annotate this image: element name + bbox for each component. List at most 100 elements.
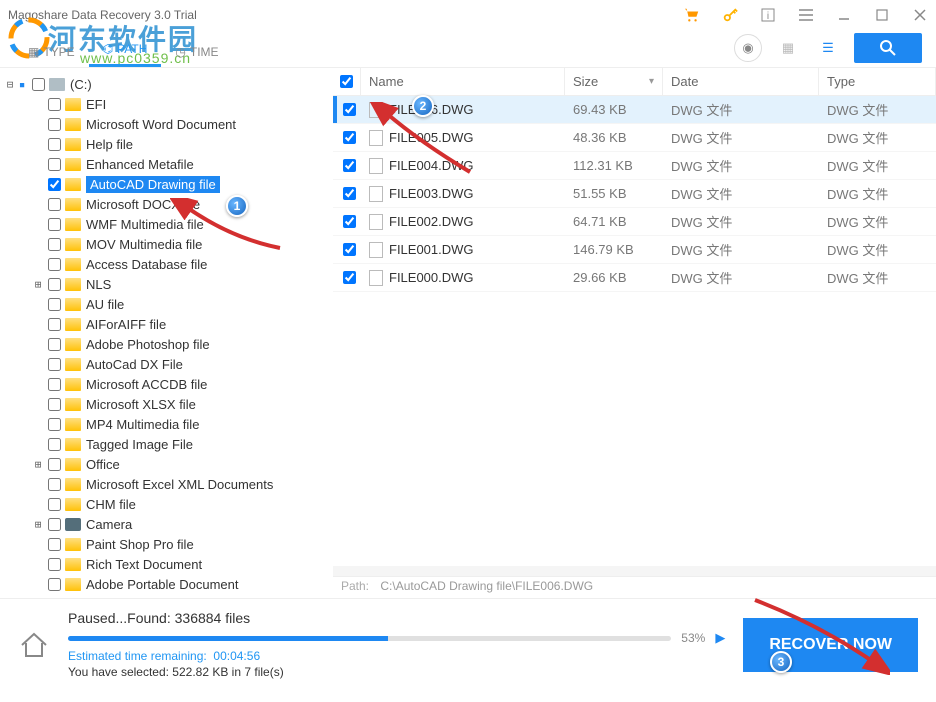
file-checkbox[interactable] xyxy=(343,271,356,284)
file-checkbox[interactable] xyxy=(343,103,356,116)
home-button[interactable] xyxy=(18,629,50,661)
tree-item[interactable]: AU file xyxy=(0,294,333,314)
tree-item-checkbox[interactable] xyxy=(48,578,61,591)
search-button[interactable] xyxy=(854,33,922,63)
minimize-icon[interactable] xyxy=(836,7,852,23)
maximize-icon[interactable] xyxy=(874,7,890,23)
shop-icon[interactable] xyxy=(684,7,700,23)
tree-root-checkbox[interactable] xyxy=(32,78,45,91)
tree-item[interactable]: ⊞NLS xyxy=(0,274,333,294)
tree-item-checkbox[interactable] xyxy=(48,278,61,291)
file-name: FILE003.DWG xyxy=(389,186,474,201)
tree-root[interactable]: ⊟▪ (C:) xyxy=(0,74,333,94)
tree-item[interactable]: CHM file xyxy=(0,494,333,514)
tree-item-label: Microsoft ACCDB file xyxy=(86,377,207,392)
tree-item-checkbox[interactable] xyxy=(48,538,61,551)
tree-item-checkbox[interactable] xyxy=(48,558,61,571)
h-scrollbar[interactable] xyxy=(333,566,936,576)
tab-type[interactable]: ▦TYPE xyxy=(14,37,89,67)
file-checkbox[interactable] xyxy=(343,187,356,200)
file-size: 146.79 KB xyxy=(565,242,663,257)
tree-item-checkbox[interactable] xyxy=(48,378,61,391)
tree-item-checkbox[interactable] xyxy=(48,198,61,211)
tree-item-checkbox[interactable] xyxy=(48,478,61,491)
select-all-checkbox[interactable] xyxy=(340,75,353,88)
resume-button[interactable]: ▶ xyxy=(715,630,725,646)
grid-view-icon[interactable]: ▦ xyxy=(774,34,802,62)
tree-item[interactable]: Paint Shop Pro file xyxy=(0,534,333,554)
folder-tree[interactable]: ⊟▪ (C:) EFIMicrosoft Word DocumentHelp f… xyxy=(0,68,333,598)
tree-item[interactable]: ⊞Office xyxy=(0,454,333,474)
tree-item-checkbox[interactable] xyxy=(48,158,61,171)
tree-item-checkbox[interactable] xyxy=(48,258,61,271)
tree-item[interactable]: AutoCAD Drawing file xyxy=(0,174,333,194)
preview-icon[interactable]: ◉ xyxy=(734,34,762,62)
folder-icon xyxy=(65,158,81,171)
tree-item[interactable]: Microsoft Excel XML Documents xyxy=(0,474,333,494)
file-checkbox[interactable] xyxy=(343,159,356,172)
key-icon[interactable] xyxy=(722,7,738,23)
tree-item-checkbox[interactable] xyxy=(48,338,61,351)
folder-icon xyxy=(65,398,81,411)
tree-item[interactable]: PDF xyxy=(0,594,333,598)
tree-item[interactable]: AutoCad DX File xyxy=(0,354,333,374)
file-checkbox[interactable] xyxy=(343,215,356,228)
info-icon[interactable]: i xyxy=(760,7,776,23)
tree-item[interactable]: Microsoft DOCX file xyxy=(0,194,333,214)
tree-item-checkbox[interactable] xyxy=(48,598,61,599)
tree-item-checkbox[interactable] xyxy=(48,98,61,111)
tree-item-checkbox[interactable] xyxy=(48,458,61,471)
tree-item-checkbox[interactable] xyxy=(48,138,61,151)
col-date[interactable]: Date xyxy=(663,68,819,95)
col-name[interactable]: Name xyxy=(361,68,565,95)
tree-item[interactable]: EFI xyxy=(0,94,333,114)
tree-item[interactable]: Enhanced Metafile xyxy=(0,154,333,174)
tree-item[interactable]: Adobe Portable Document xyxy=(0,574,333,594)
file-type: DWG 文件 xyxy=(819,240,936,259)
tree-item[interactable]: Help file xyxy=(0,134,333,154)
close-icon[interactable] xyxy=(912,7,928,23)
tree-item-checkbox[interactable] xyxy=(48,118,61,131)
file-row[interactable]: FILE000.DWG29.66 KBDWG 文件DWG 文件 xyxy=(333,264,936,292)
tab-time[interactable]: ◷TIME xyxy=(161,37,232,67)
folder-icon xyxy=(65,98,81,111)
tree-item-checkbox[interactable] xyxy=(48,178,61,191)
file-row[interactable]: FILE001.DWG146.79 KBDWG 文件DWG 文件 xyxy=(333,236,936,264)
tree-item-checkbox[interactable] xyxy=(48,358,61,371)
tree-item-checkbox[interactable] xyxy=(48,418,61,431)
tree-item-checkbox[interactable] xyxy=(48,498,61,511)
tree-item[interactable]: Microsoft ACCDB file xyxy=(0,374,333,394)
col-type[interactable]: Type xyxy=(819,68,936,95)
col-size[interactable]: Size▾ xyxy=(565,68,663,95)
tree-item[interactable]: MOV Multimedia file xyxy=(0,234,333,254)
folder-icon xyxy=(65,538,81,551)
tree-item-checkbox[interactable] xyxy=(48,438,61,451)
tree-item[interactable]: MP4 Multimedia file xyxy=(0,414,333,434)
tree-item-checkbox[interactable] xyxy=(48,238,61,251)
file-checkbox[interactable] xyxy=(343,243,356,256)
file-row[interactable]: FILE003.DWG51.55 KBDWG 文件DWG 文件 xyxy=(333,180,936,208)
tree-item[interactable]: AIForAIFF file xyxy=(0,314,333,334)
tree-item-checkbox[interactable] xyxy=(48,518,61,531)
titlebar: Magoshare Data Recovery 3.0 Trial i xyxy=(0,0,936,30)
tree-item[interactable]: ⊞Camera xyxy=(0,514,333,534)
file-checkbox[interactable] xyxy=(343,131,356,144)
menu-icon[interactable] xyxy=(798,7,814,23)
tree-item[interactable]: Microsoft Word Document xyxy=(0,114,333,134)
tree-item[interactable]: Tagged Image File xyxy=(0,434,333,454)
tree-item[interactable]: Microsoft XLSX file xyxy=(0,394,333,414)
tree-item[interactable]: Access Database file xyxy=(0,254,333,274)
list-view-icon[interactable]: ☰ xyxy=(814,34,842,62)
tree-item-checkbox[interactable] xyxy=(48,318,61,331)
tree-item-checkbox[interactable] xyxy=(48,298,61,311)
tree-item-checkbox[interactable] xyxy=(48,218,61,231)
tree-item[interactable]: WMF Multimedia file xyxy=(0,214,333,234)
tree-item[interactable]: Adobe Photoshop file xyxy=(0,334,333,354)
tree-item[interactable]: Rich Text Document xyxy=(0,554,333,574)
file-row[interactable]: FILE002.DWG64.71 KBDWG 文件DWG 文件 xyxy=(333,208,936,236)
file-row[interactable]: FILE004.DWG112.31 KBDWG 文件DWG 文件 xyxy=(333,152,936,180)
file-row[interactable]: FILE005.DWG48.36 KBDWG 文件DWG 文件 xyxy=(333,124,936,152)
tree-item-checkbox[interactable] xyxy=(48,398,61,411)
tab-path[interactable]: ⌬PATH xyxy=(89,34,162,67)
file-type: DWG 文件 xyxy=(819,212,936,231)
